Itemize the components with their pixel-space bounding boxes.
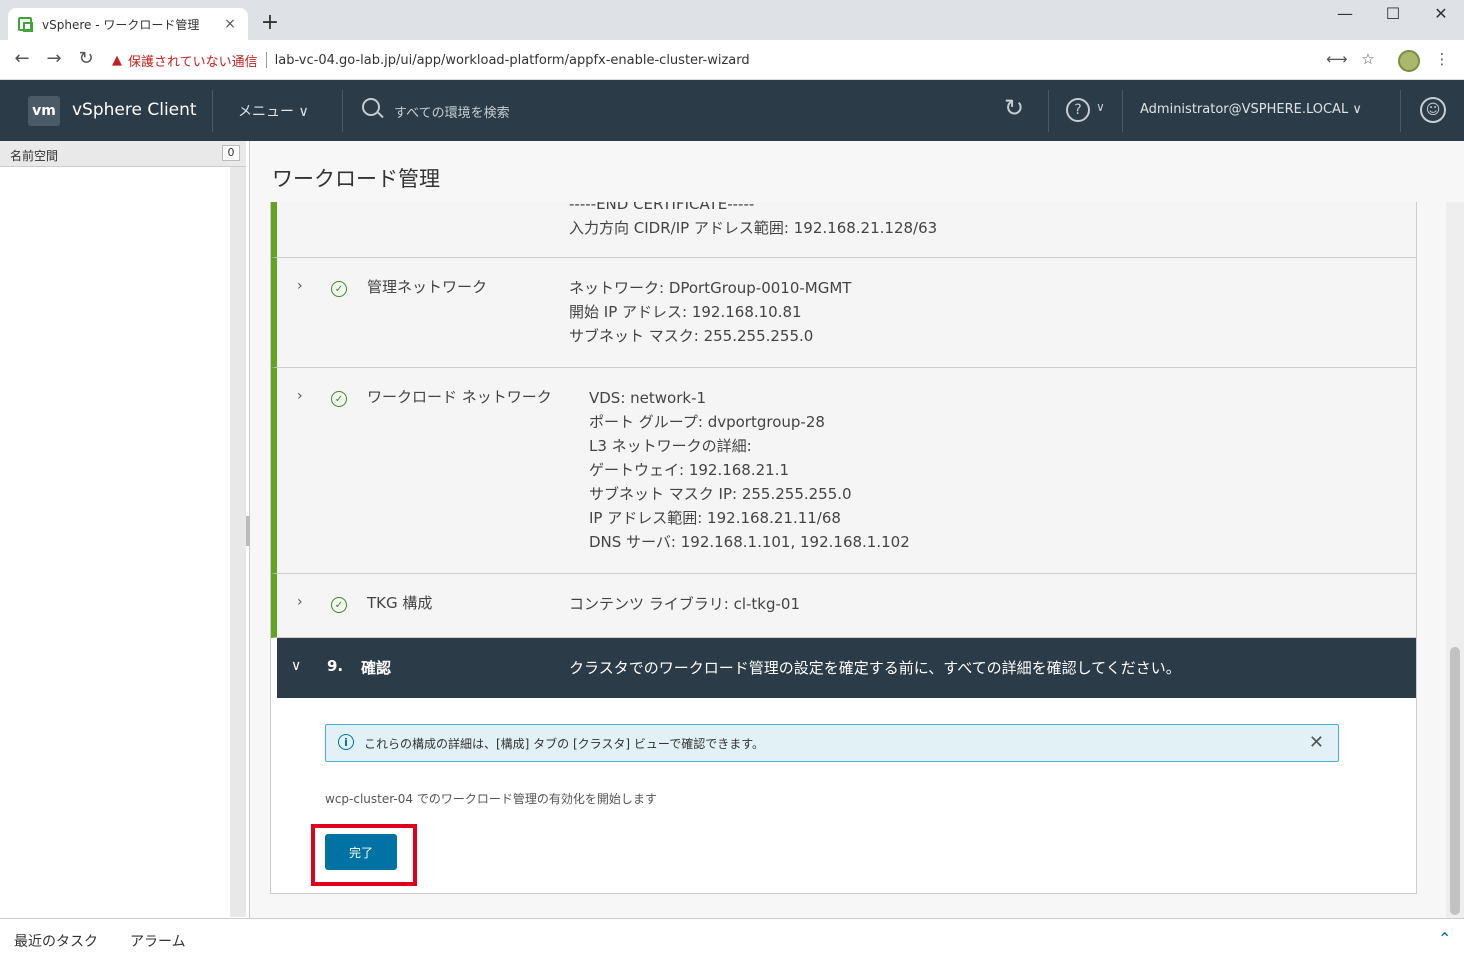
divider — [342, 90, 343, 132]
detail-line: IP アドレス範囲: 192.168.21.11/68 — [589, 509, 841, 527]
back-icon[interactable]: ← — [10, 48, 34, 69]
review-row-tkg-config: › ✓ TKG 構成 コンテンツ ライブラリ: cl-tkg-01 — [271, 574, 1416, 638]
vsphere-favicon-icon — [18, 17, 33, 32]
step-number: 9. — [327, 657, 344, 675]
namespace-header: 名前空間 0 — [0, 141, 246, 167]
maximize-button[interactable]: ☐ — [1378, 4, 1408, 23]
info-icon: i — [338, 734, 354, 750]
info-alert: i これらの構成の詳細は、[構成] タブの [クラスタ] ビューで確認できます。… — [325, 724, 1339, 762]
close-icon[interactable]: ✕ — [1309, 732, 1324, 753]
bottom-bar: 最近のタスク アラーム ⌃ — [0, 918, 1464, 960]
translate-icon[interactable]: ⟷ — [1326, 50, 1348, 68]
main-content: ワークロード管理 -----END CERTIFICATE----- 入力方向 … — [250, 141, 1464, 918]
divider — [265, 52, 267, 68]
detail-line: DNS サーバ: 192.168.1.101, 192.168.1.102 — [589, 533, 910, 551]
detail-line: ポート グループ: dvportgroup-28 — [589, 413, 825, 431]
check-circle-icon: ✓ — [331, 597, 347, 613]
detail-line: ネットワーク: DPortGroup-0010-MGMT — [569, 279, 852, 297]
namespace-count-badge: 0 — [222, 145, 240, 161]
review-row-workload-network: › ✓ ワークロード ネットワーク VDS: network-1 ポート グルー… — [271, 368, 1416, 574]
browser-tab[interactable]: vSphere - ワークロード管理 × — [8, 8, 248, 40]
detail-line: 開始 IP アドレス: 192.168.10.81 — [569, 303, 802, 321]
enable-message: wcp-cluster-04 でのワークロード管理の有効化を開始します — [325, 792, 657, 806]
search-icon[interactable] — [362, 98, 380, 116]
feedback-smile-icon[interactable]: ☺ — [1420, 97, 1446, 123]
row-label: 管理ネットワーク — [367, 278, 488, 296]
user-menu[interactable]: Administrator@VSPHERE.LOCAL ∨ — [1140, 102, 1362, 117]
check-circle-icon: ✓ — [331, 391, 347, 407]
detail-line: コンテンツ ライブラリ: cl-tkg-01 — [569, 595, 801, 613]
new-tab-button[interactable]: + — [258, 10, 282, 35]
forward-icon[interactable]: → — [42, 48, 66, 69]
row-label: TKG 構成 — [367, 594, 433, 612]
detail-line: L3 ネットワークの詳細: — [589, 437, 752, 455]
detail-line: サブネット マスク IP: 255.255.255.0 — [589, 485, 852, 503]
chevron-right-icon[interactable]: › — [297, 388, 303, 404]
security-status[interactable]: 保護されていない通信 — [128, 51, 258, 70]
scrollbar-thumb[interactable] — [1450, 647, 1460, 915]
namespace-pane: 名前空間 0 — [0, 141, 250, 918]
divider — [1400, 90, 1401, 132]
namespace-header-label: 名前空間 — [10, 149, 59, 163]
step-label: 確認 — [361, 659, 392, 677]
info-text: これらの構成の詳細は、[構成] タブの [クラスタ] ビューで確認できます。 — [364, 737, 765, 751]
recent-tasks-tab[interactable]: 最近のタスク — [14, 931, 98, 951]
global-search-input[interactable]: すべての環境を検索 — [394, 102, 510, 121]
namespace-scrollbar[interactable] — [230, 167, 246, 917]
url-text: lab-vc-04.go-lab.jp/ui/app/workload-plat… — [274, 52, 750, 68]
browser-menu-icon[interactable]: ⋮ — [1432, 50, 1452, 68]
bookmark-star-icon[interactable]: ☆ — [1358, 50, 1378, 68]
detail-line: 入力方向 CIDR/IP アドレス範囲: 192.168.21.128/63 — [569, 219, 938, 237]
chevron-right-icon[interactable]: › — [297, 278, 303, 294]
vsphere-header: vm vSphere Client メニュー ∨ すべての環境を検索 ↻ ? ∨… — [0, 80, 1464, 141]
row-details: -----END CERTIFICATE----- 入力方向 CIDR/IP ア… — [569, 202, 937, 240]
profile-avatar[interactable] — [1398, 50, 1420, 72]
expand-panel-icon[interactable]: ⌃ — [1438, 929, 1451, 948]
close-window-button[interactable]: ✕ — [1426, 4, 1456, 23]
detail-line: サブネット マスク: 255.255.255.0 — [569, 327, 814, 345]
chevron-right-icon[interactable]: › — [297, 594, 303, 610]
minimize-button[interactable]: — — [1330, 4, 1360, 23]
detail-line: -----END CERTIFICATE----- — [569, 202, 755, 213]
check-circle-icon: ✓ — [331, 281, 347, 297]
finish-button[interactable]: 完了 — [325, 834, 397, 870]
reload-icon[interactable]: ↻ — [74, 48, 98, 69]
row-label: ワークロード ネットワーク — [367, 388, 552, 406]
tab-close-icon[interactable]: × — [222, 16, 238, 32]
menu-dropdown[interactable]: メニュー ∨ — [238, 101, 309, 121]
product-name[interactable]: vSphere Client — [72, 100, 197, 120]
divider — [1122, 90, 1123, 132]
vm-logo: vm — [28, 96, 60, 126]
step-description: クラスタでのワークロード管理の設定を確定する前に、すべての詳細を確認してください… — [569, 659, 1181, 677]
divider — [212, 90, 213, 132]
review-row-partial: -----END CERTIFICATE----- 入力方向 CIDR/IP ア… — [271, 202, 1416, 258]
alarms-tab[interactable]: アラーム — [130, 931, 186, 951]
main-scrollbar[interactable] — [1446, 202, 1464, 918]
review-row-management-network: › ✓ 管理ネットワーク ネットワーク: DPortGroup-0010-MGM… — [271, 258, 1416, 368]
detail-line: VDS: network-1 — [589, 389, 707, 407]
step-9-header[interactable]: ∨ 9. 確認 クラスタでのワークロード管理の設定を確定する前に、すべての詳細を… — [277, 638, 1416, 698]
url-field[interactable]: ▲ 保護されていない通信 lab-vc-04.go-lab.jp/ui/app/… — [112, 46, 1392, 74]
address-bar: ← → ↻ ▲ 保護されていない通信 lab-vc-04.go-lab.jp/u… — [0, 40, 1464, 80]
chevron-down-icon[interactable]: ∨ — [291, 658, 301, 674]
row-details: ネットワーク: DPortGroup-0010-MGMT 開始 IP アドレス:… — [569, 276, 851, 348]
help-icon[interactable]: ? — [1066, 98, 1090, 122]
chevron-down-icon[interactable]: ∨ — [1096, 100, 1105, 114]
row-details: コンテンツ ライブラリ: cl-tkg-01 — [569, 592, 800, 616]
refresh-icon[interactable]: ↻ — [1004, 94, 1024, 122]
browser-tabbar: vSphere - ワークロード管理 × + — ☐ ✕ — [0, 0, 1464, 40]
row-details: VDS: network-1 ポート グループ: dvportgroup-28 … — [589, 386, 910, 554]
warning-icon: ▲ — [112, 52, 122, 68]
wizard-review-panel: -----END CERTIFICATE----- 入力方向 CIDR/IP ア… — [270, 202, 1417, 894]
page-title: ワークロード管理 — [272, 167, 440, 191]
tab-title: vSphere - ワークロード管理 — [42, 17, 200, 32]
detail-line: ゲートウェイ: 192.168.21.1 — [589, 461, 790, 479]
divider — [1048, 90, 1049, 132]
